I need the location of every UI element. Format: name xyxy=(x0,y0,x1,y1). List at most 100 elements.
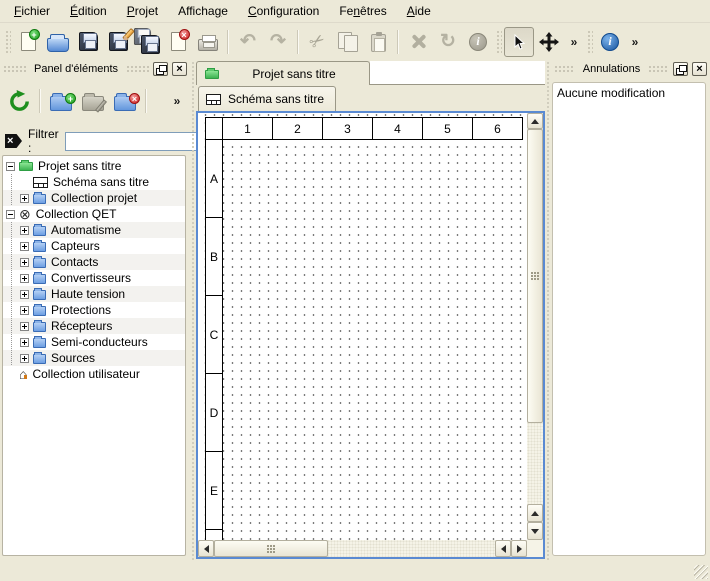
refresh-collections-button[interactable] xyxy=(3,85,35,117)
vertical-scrollbar[interactable] xyxy=(527,113,543,540)
vertical-scrollbar-thumb[interactable] xyxy=(527,129,543,423)
tree-guide xyxy=(6,190,20,206)
scroll-down-button[interactable] xyxy=(527,522,543,540)
delete-button[interactable] xyxy=(403,27,433,57)
toolbar-overflow-button[interactable]: » xyxy=(564,27,584,57)
scroll-right-button[interactable] xyxy=(511,540,527,557)
open-document-button[interactable] xyxy=(43,27,73,57)
elements-panel-titlebar[interactable]: Panel d'éléments xyxy=(0,60,190,78)
expand-icon[interactable] xyxy=(20,242,29,251)
expand-icon[interactable] xyxy=(20,274,29,283)
tree-item-haute-tension[interactable]: Haute tension xyxy=(3,286,185,302)
cut-button[interactable]: ✂ xyxy=(303,27,333,57)
tree-item-automatisme[interactable]: Automatisme xyxy=(3,222,185,238)
select-mode-button[interactable] xyxy=(504,27,534,57)
toolbar-grip[interactable] xyxy=(495,29,502,55)
move-mode-button[interactable] xyxy=(534,27,564,57)
save-as-button[interactable] xyxy=(103,27,133,57)
toolbar-overflow-button[interactable]: » xyxy=(625,27,645,57)
main-toolbar: ↶ ↷ ✂ ↻ » » xyxy=(0,23,710,60)
properties-button[interactable] xyxy=(463,27,493,57)
menu-edition[interactable]: Édition xyxy=(60,1,117,21)
printer-icon xyxy=(198,39,218,51)
menu-fenetres[interactable]: Fenêtres xyxy=(329,1,396,21)
print-button[interactable] xyxy=(193,27,223,57)
undo-panel-titlebar[interactable]: Annulations xyxy=(551,60,710,78)
scissors-icon: ✂ xyxy=(306,29,330,55)
toolbar-grip[interactable] xyxy=(4,29,11,55)
collapse-icon[interactable] xyxy=(6,210,15,219)
elements-tree: Projet sans titre Schéma sans titre Coll… xyxy=(2,155,186,556)
tree-item-schema-sans-titre[interactable]: Schéma sans titre xyxy=(3,174,185,190)
tree-item-collection-qet[interactable]: ⊗ Collection QET xyxy=(3,206,185,222)
tree-item-projet-sans-titre[interactable]: Projet sans titre xyxy=(3,158,185,174)
expand-icon[interactable] xyxy=(20,354,29,363)
tree-item-collection-projet[interactable]: Collection projet xyxy=(3,190,185,206)
float-panel-button[interactable] xyxy=(673,62,688,76)
scroll-left-button[interactable] xyxy=(198,540,214,557)
redo-button[interactable]: ↷ xyxy=(263,27,293,57)
menu-aide[interactable]: Aide xyxy=(397,1,441,21)
menu-projet[interactable]: Projet xyxy=(117,1,168,21)
undo-button[interactable]: ↶ xyxy=(233,27,263,57)
scroll-left-button-2[interactable] xyxy=(495,540,511,557)
new-document-button[interactable] xyxy=(13,27,43,57)
close-document-button[interactable] xyxy=(163,27,193,57)
diagram-corner-cell xyxy=(206,118,223,140)
undo-list-item[interactable]: Aucune modification xyxy=(557,85,701,101)
float-panel-button[interactable] xyxy=(153,62,168,76)
menu-fichier[interactable]: Fichier xyxy=(4,1,60,21)
close-panel-button[interactable] xyxy=(172,62,187,76)
tree-item-collection-utilisateur[interactable]: ⌂ Collection utilisateur xyxy=(3,366,185,382)
tab-projet-sans-titre[interactable]: Projet sans titre xyxy=(196,61,370,85)
about-info-button[interactable] xyxy=(595,27,625,57)
panel-overflow-button[interactable]: » xyxy=(167,85,187,117)
expand-icon[interactable] xyxy=(20,306,29,315)
horizontal-scrollbar-thumb[interactable] xyxy=(214,540,328,557)
undo-history-list: Aucune modification xyxy=(552,82,706,556)
expand-icon[interactable] xyxy=(20,194,29,203)
tree-item-recepteurs[interactable]: Récepteurs xyxy=(3,318,185,334)
tab-schema-sans-titre[interactable]: Schéma sans titre xyxy=(198,86,336,111)
chevron-right-icon: » xyxy=(627,35,643,49)
tree-item-semi-conducteurs[interactable]: Semi-conducteurs xyxy=(3,334,185,350)
chevron-right-icon: » xyxy=(566,35,582,49)
expand-icon[interactable] xyxy=(20,226,29,235)
clear-filter-icon[interactable] xyxy=(5,134,22,148)
expand-icon[interactable] xyxy=(20,290,29,299)
folder-icon xyxy=(33,258,46,268)
floppy-stack-icon xyxy=(137,31,159,53)
paste-button[interactable] xyxy=(363,27,393,57)
undo-panel-dock: Annulations Aucune modification xyxy=(551,60,710,561)
resize-grip[interactable] xyxy=(694,565,708,579)
save-button[interactable] xyxy=(73,27,103,57)
tree-guide xyxy=(6,174,20,190)
rotate-button[interactable]: ↻ xyxy=(433,27,463,57)
menu-configuration[interactable]: Configuration xyxy=(238,1,329,21)
tree-item-sources[interactable]: Sources xyxy=(3,350,185,366)
horizontal-scrollbar[interactable] xyxy=(198,540,527,557)
new-category-button[interactable] xyxy=(45,85,77,117)
collapse-icon[interactable] xyxy=(6,162,15,171)
status-bar xyxy=(0,561,710,581)
diagram-canvas[interactable]: 1 2 3 4 5 6 A B C D E xyxy=(198,113,527,540)
menu-affichage[interactable]: Affichage xyxy=(168,1,238,21)
delete-category-button[interactable] xyxy=(109,85,141,117)
edit-category-button[interactable] xyxy=(77,85,109,117)
save-all-button[interactable] xyxy=(133,27,163,57)
tree-item-capteurs[interactable]: Capteurs xyxy=(3,238,185,254)
close-panel-button[interactable] xyxy=(692,62,707,76)
expand-icon[interactable] xyxy=(20,322,29,331)
workspace: Projet sans titre Schéma sans titre 1 2 … xyxy=(196,60,545,561)
expand-icon[interactable] xyxy=(20,258,29,267)
toolbar-grip[interactable] xyxy=(586,29,593,55)
scroll-up-button[interactable] xyxy=(527,113,543,129)
expand-icon[interactable] xyxy=(20,338,29,347)
tree-item-convertisseurs[interactable]: Convertisseurs xyxy=(3,270,185,286)
panel-title: Annulations xyxy=(579,63,645,75)
tree-item-protections[interactable]: Protections xyxy=(3,302,185,318)
scroll-up-button-2[interactable] xyxy=(527,504,543,522)
new-document-icon xyxy=(21,32,36,51)
tree-item-contacts[interactable]: Contacts xyxy=(3,254,185,270)
copy-button[interactable] xyxy=(333,27,363,57)
